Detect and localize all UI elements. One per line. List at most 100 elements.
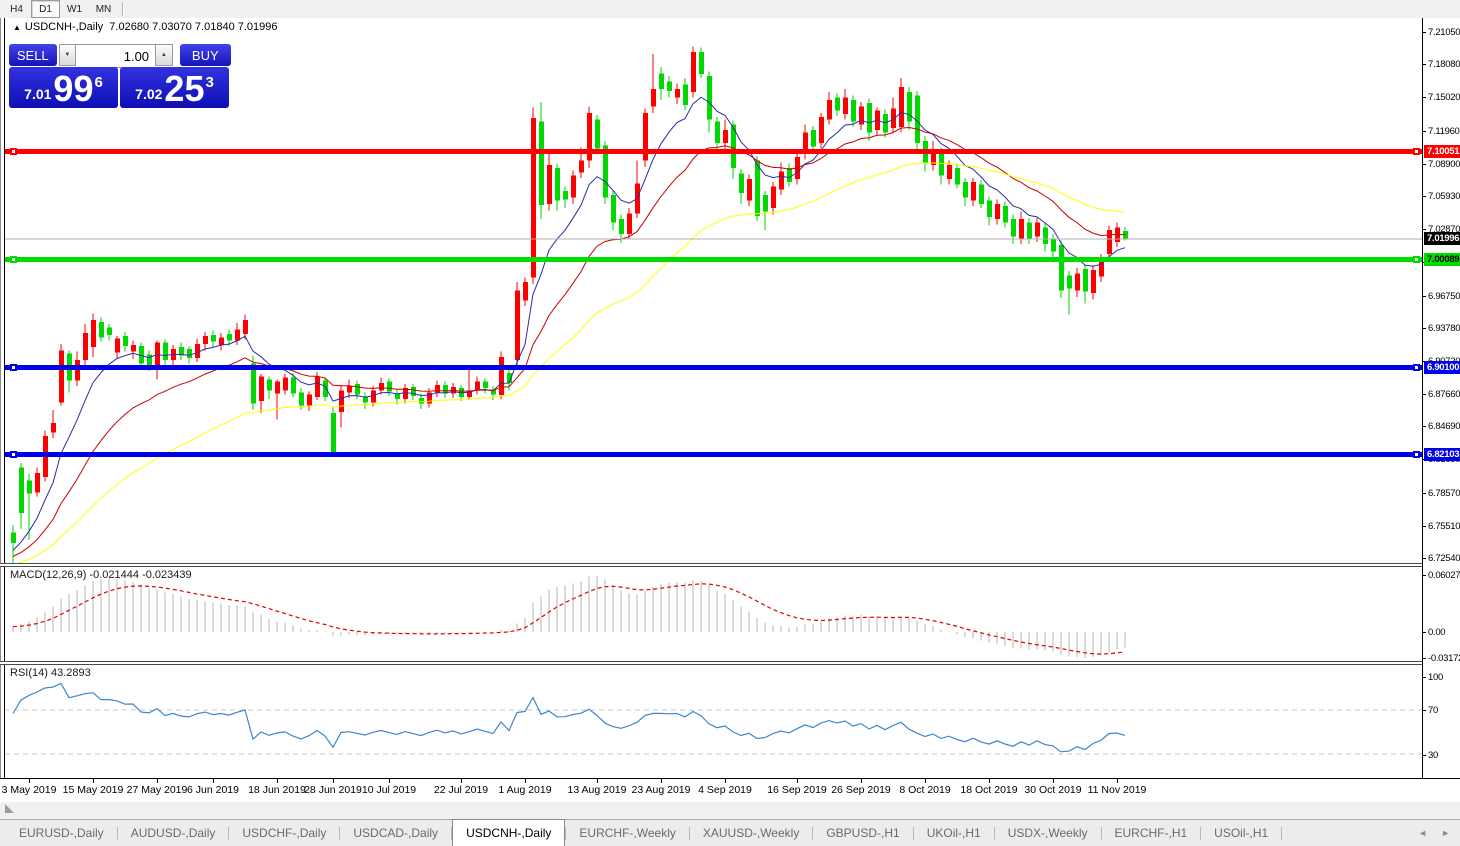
symbol-tab-ukoil[interactable]: UKOil-,H1	[914, 820, 994, 846]
buy-price-big: 25	[164, 72, 204, 106]
macd-axis-label: 0.00	[1428, 627, 1445, 638]
symbol-tab-usdx[interactable]: USDX-,Weekly	[995, 820, 1101, 846]
price-axis-tick	[1423, 229, 1426, 230]
date-axis-label: 22 Jul 2019	[434, 784, 488, 796]
date-axis-label: 27 May 2019	[127, 784, 188, 796]
date-axis-label: 18 Oct 2019	[960, 784, 1017, 796]
date-axis-tick	[925, 779, 926, 783]
hline-price-badge: 7.10051	[1424, 145, 1460, 158]
symbol-tab-eurusd[interactable]: EURUSD-,Daily	[6, 820, 117, 846]
price-axis-label: 7.15020	[1428, 92, 1460, 103]
tab-scroll-right-icon[interactable]: ►	[1441, 828, 1450, 838]
symbol-tab-xauusd[interactable]: XAUUSD-,Weekly	[690, 820, 812, 846]
macd-indicator-canvas	[5, 566, 1422, 662]
price-axis-tick	[1423, 526, 1426, 527]
buy-button[interactable]: BUY	[180, 44, 231, 66]
sell-button[interactable]: SELL	[9, 44, 57, 66]
date-axis-label: 26 Sep 2019	[831, 784, 891, 796]
rsi-axis-label: 70	[1428, 705, 1438, 716]
buy-price-pip: 3	[205, 74, 213, 91]
date-axis-label: 15 May 2019	[63, 784, 124, 796]
date-axis-tick	[1117, 779, 1118, 783]
date-axis-label: 4 Sep 2019	[698, 784, 752, 796]
price-axis-label: 7.08900	[1428, 159, 1460, 170]
price-axis-tick	[1423, 426, 1426, 427]
buy-quote-box[interactable]: 7.02 25 3	[120, 67, 229, 108]
symbol-tab-usdchf[interactable]: USDCHF-,Daily	[229, 820, 339, 846]
macd-axis-tick	[1423, 632, 1426, 633]
price-axis-label: 7.11960	[1428, 126, 1460, 137]
current-price-badge: 7.01996	[1424, 232, 1460, 245]
rsi-axis-tick	[1423, 710, 1426, 711]
collapse-triangle-icon[interactable]: ▲	[13, 23, 21, 32]
hline-price-badge: 6.82103	[1424, 448, 1460, 461]
price-axis-tick	[1423, 64, 1426, 65]
sell-price-prefix: 7.01	[24, 86, 51, 102]
date-axis-tick	[797, 779, 798, 783]
date-axis-label: 3 May 2019	[2, 784, 57, 796]
price-axis-label: 7.18080	[1428, 59, 1460, 70]
price-axis-label: 7.21050	[1428, 27, 1460, 38]
timeframe-button-h4[interactable]: H4	[2, 0, 31, 18]
symbol-tab-eurchf[interactable]: EURCHF-,Weekly	[566, 820, 688, 846]
tab-scroll-controls: ◄ ►	[1418, 820, 1460, 846]
macd-axis-label: -0.03172	[1428, 653, 1460, 664]
price-axis-tick	[1423, 32, 1426, 33]
hline-price-badge: 6.90100	[1424, 361, 1460, 374]
chart-symbol-header: ▲ USDCNH-,Daily 7.02680 7.03070 7.01840 7…	[13, 21, 278, 33]
macd-indicator-label: MACD(12,26,9) -0.021444 -0.023439	[10, 569, 192, 581]
date-axis-tick	[461, 779, 462, 783]
date-axis-label: 16 Sep 2019	[767, 784, 827, 796]
chart-ohlc-values: 7.02680 7.03070 7.01840 7.01996	[109, 21, 277, 33]
window-frame-line	[0, 18, 1, 796]
date-axis-label: 11 Nov 2019	[1088, 784, 1147, 796]
date-axis-tick	[725, 779, 726, 783]
price-axis-tick	[1423, 164, 1426, 165]
price-axis-tick	[1423, 196, 1426, 197]
price-axis-tick	[1423, 493, 1426, 494]
price-axis-label: 6.78570	[1428, 488, 1460, 499]
date-axis-label: 1 Aug 2019	[498, 784, 551, 796]
date-axis[interactable]: 3 May 2019 15 May 2019 27 May 2019 6 Jun…	[0, 778, 1460, 802]
chart-symbol-title: USDCNH-,Daily	[25, 21, 103, 33]
chart-area: ▲ USDCNH-,Daily 7.02680 7.03070 7.01840 7…	[0, 18, 1460, 796]
sell-price-big: 99	[53, 72, 93, 106]
volume-input[interactable]	[76, 44, 155, 68]
date-axis-tick	[525, 779, 526, 783]
volume-increase-button[interactable]: ▲	[155, 44, 173, 66]
pane-resize-grip-icon[interactable]	[5, 804, 14, 813]
price-axis-tick	[1423, 394, 1426, 395]
date-axis-label: 6 Jun 2019	[187, 784, 239, 796]
rsi-indicator-label: RSI(14) 43.2893	[10, 667, 91, 679]
trading-terminal-window: H4D1W1MN ▲ USDCNH-,Daily 7.02680 7.03070 …	[0, 0, 1460, 845]
volume-decrease-button[interactable]: ▼	[59, 44, 77, 66]
symbol-tab-eurchf[interactable]: EURCHF-,H1	[1102, 820, 1201, 846]
date-axis-label: 30 Oct 2019	[1024, 784, 1081, 796]
price-axis-tick	[1423, 296, 1426, 297]
date-axis-tick	[29, 779, 30, 783]
symbol-tab-usoil[interactable]: USOil-,H1	[1201, 820, 1281, 846]
timeframe-button-d1[interactable]: D1	[31, 0, 60, 18]
date-axis-tick	[277, 779, 278, 783]
toolbar-separator	[122, 2, 124, 16]
rsi-axis-label: 100	[1428, 672, 1443, 683]
tab-scroll-left-icon[interactable]: ◄	[1418, 828, 1427, 838]
buy-price-prefix: 7.02	[135, 86, 162, 102]
sell-price-pip: 6	[94, 74, 102, 91]
symbol-tab-audusd[interactable]: AUDUSD-,Daily	[118, 820, 229, 846]
price-axis-label: 6.75510	[1428, 521, 1460, 532]
date-axis-tick	[1053, 779, 1054, 783]
price-axis[interactable]: 7.210507.180807.150207.119607.089007.059…	[1422, 18, 1460, 796]
rsi-axis-tick	[1423, 755, 1426, 756]
sell-quote-box[interactable]: 7.01 99 6	[9, 67, 118, 108]
timeframe-button-mn[interactable]: MN	[89, 0, 118, 18]
symbol-tab-gbpusd[interactable]: GBPUSD-,H1	[813, 820, 912, 846]
symbol-tab-usdcad[interactable]: USDCAD-,Daily	[340, 820, 451, 846]
date-axis-tick	[661, 779, 662, 783]
symbol-tab-usdcnh[interactable]: USDCNH-,Daily	[452, 819, 565, 846]
price-axis-tick	[1423, 328, 1426, 329]
rsi-axis-label: 30	[1428, 750, 1438, 761]
timeframe-button-w1[interactable]: W1	[60, 0, 89, 18]
date-axis-tick	[597, 779, 598, 783]
chart-tab-bar: EURUSD-,DailyAUDUSD-,DailyUSDCHF-,DailyU…	[0, 819, 1460, 846]
